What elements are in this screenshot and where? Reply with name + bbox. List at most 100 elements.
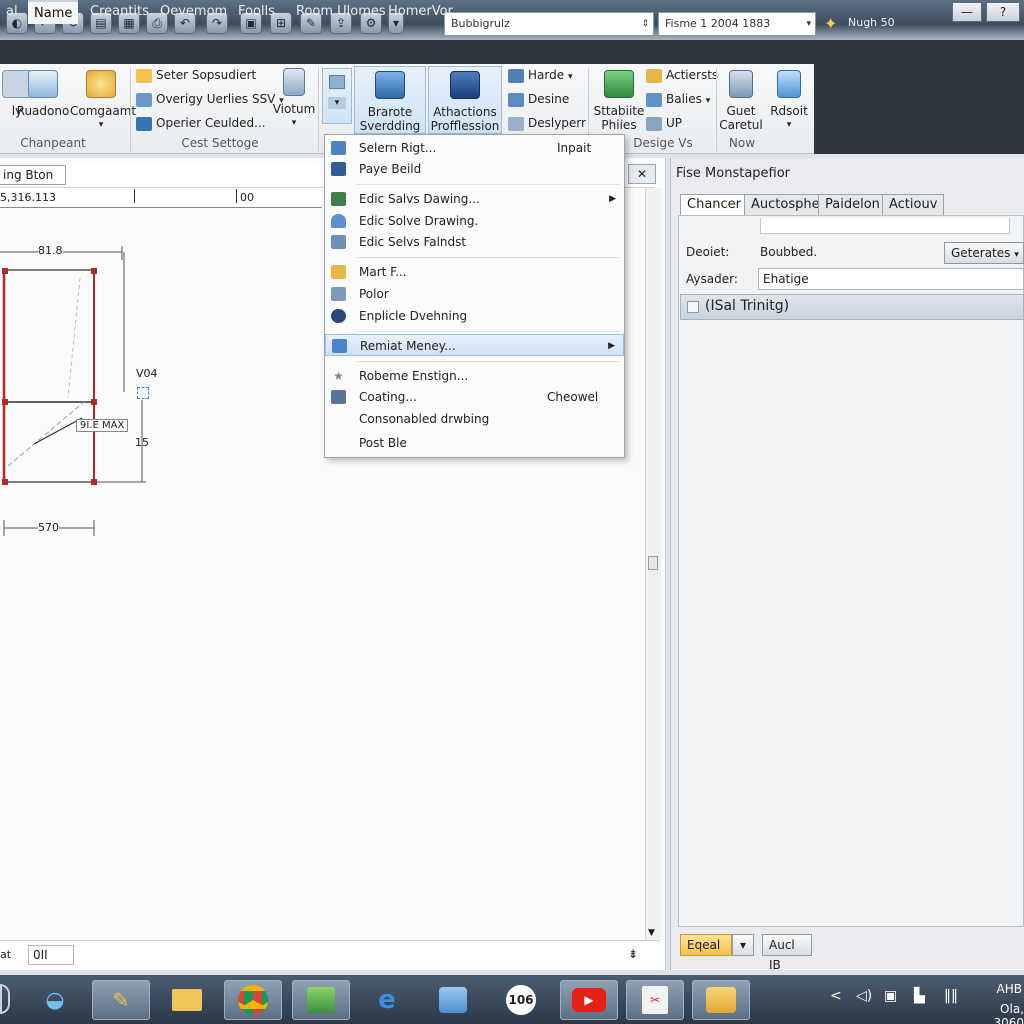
title-combo-2[interactable]: Fisme 1 2004 1883 ▾ (658, 12, 816, 36)
badge-icon: 106 (506, 985, 536, 1015)
menu-item-selern-rigt[interactable]: Selern Rigt... Inpait (325, 137, 624, 159)
scrollbar-thumb[interactable] (648, 556, 658, 570)
gear-icon (508, 116, 524, 131)
menu-item-edic-salvs-dawing[interactable]: Edic Salvs Dawing... ▶ (325, 188, 624, 210)
help-button[interactable]: ? (986, 2, 1020, 22)
camera-icon[interactable]: ▣ (884, 988, 897, 1004)
taskbar-app-browser[interactable]: ◒ (26, 980, 84, 1020)
tab-oevemom[interactable]: Oevemom (154, 0, 233, 24)
primary-dropdown-icon[interactable]: ▾ (732, 934, 754, 956)
menu-separator (357, 331, 619, 332)
star-icon: ★ (333, 369, 344, 383)
taskbar-app-users[interactable] (692, 980, 750, 1020)
close-drawing-icon[interactable]: ✕ (628, 164, 656, 184)
ribbon-item-up[interactable]: UP (646, 116, 682, 131)
tab-auctosphe[interactable]: Auctosphe (744, 194, 827, 216)
ribbon-btn-rdsoit[interactable]: Rdsoit ▾ (766, 70, 812, 132)
menu-item-paye-beild[interactable]: Paye Beild (325, 158, 624, 180)
color-icon (331, 287, 346, 301)
ribbon-item-seter[interactable]: Seter Sopsudiert (136, 68, 256, 83)
ribbon-btn-brarote[interactable]: Brarote Sverdding (354, 66, 426, 134)
tab-name[interactable]: Name (28, 0, 79, 24)
menu-item-label: Enplicle Dvehning (359, 309, 468, 323)
menu-item-edic-selvs-falndst[interactable]: Edic Selvs Falndst (325, 231, 624, 253)
ribbon-btn-viotum-label: Viotum (272, 102, 316, 116)
taskbar-app-badge[interactable]: 106 (492, 980, 550, 1020)
signal-icon[interactable]: ‖‖ (944, 988, 958, 1004)
split-icon[interactable]: ⇟ (628, 947, 638, 961)
tab-foolls[interactable]: Foolls (232, 0, 281, 24)
ribbon-btn-viotum[interactable]: Viotum ▾ (270, 68, 318, 130)
design-icon (508, 92, 524, 107)
tab-chancer[interactable]: Chancer (680, 194, 749, 216)
taskbar-app-folder[interactable] (158, 980, 216, 1020)
field-input-aysader[interactable]: Ehatige (758, 268, 1024, 290)
brace-line (33, 417, 83, 445)
ribbon-item-actiersts-label: Actiersts (666, 68, 719, 82)
menu-item-label: Remiat Meney... (360, 339, 456, 353)
minimize-button[interactable]: — (952, 2, 982, 22)
network-icon[interactable]: ▙ (914, 988, 925, 1004)
ribbon-btn-comgaamt[interactable]: Comgaamt ▾ (70, 70, 136, 132)
dimension-box-label[interactable]: 9I.E MAX (76, 419, 129, 432)
marker-icon (331, 265, 346, 279)
volume-icon[interactable]: ◁) (856, 988, 872, 1004)
dimension-right-label: V04 (136, 367, 158, 380)
ribbon-btn-menu-trigger[interactable]: ▾ (322, 68, 352, 124)
taskbar-app-ie[interactable]: e (358, 980, 416, 1020)
menu-item-coating[interactable]: Coating... Cheowel (325, 386, 624, 408)
menu-item-remiat-meney[interactable]: Remiat Meney... ▶ (325, 334, 624, 356)
ribbon-item-balies[interactable]: Balies ▾ (646, 92, 710, 107)
menu-item-mart-f[interactable]: Mart F... (325, 261, 624, 283)
secondary-button[interactable]: Aucl IB (762, 934, 812, 972)
hidden-line (7, 401, 85, 467)
title-combo-2-text: Fisme 1 2004 1883 (665, 17, 771, 30)
menu-separator (357, 184, 619, 185)
ribbon-item-operier[interactable]: Operier Ceulded... (136, 116, 266, 131)
menu-item-post-ble[interactable]: Post Ble (325, 432, 624, 454)
ribbon-item-deslyperr[interactable]: Deslyperr (508, 116, 586, 131)
taskbar-app-photos[interactable] (424, 980, 482, 1020)
ribbon-item-operier-label: Operier Ceulded... (156, 116, 266, 130)
tab-room-ulomes[interactable]: Room Ulomes (290, 0, 392, 24)
scroll-down-icon[interactable]: ▼ (648, 928, 655, 938)
menu-item-edic-solve-drawing[interactable]: Edic Solve Drawing. (325, 210, 624, 232)
tab-creantits[interactable]: Creantits (84, 0, 155, 24)
menu-item-label: Consonabled drwbing (359, 412, 490, 426)
drawing-view-combo[interactable]: ing Bton ▼ (0, 165, 66, 200)
menu-item-enplicle-dvehning[interactable]: Enplicle Dvehning (325, 305, 624, 327)
ribbon-item-desine[interactable]: Desine (508, 92, 569, 107)
taskbar-app-youtube[interactable]: ▶ (560, 980, 618, 1020)
generates-dropdown[interactable]: Geterates ▾ (944, 242, 1024, 264)
group-separator (318, 68, 319, 152)
taskbar-app-chrome[interactable] (224, 980, 282, 1020)
menu-item-consonabled-drwbing[interactable]: Consonabled drwbing (325, 408, 624, 430)
title-combo-1[interactable]: Bubbigrulz ⇕ (444, 12, 654, 36)
menu-item-polor[interactable]: Polor (325, 283, 624, 305)
ribbon-btn-guet[interactable]: Guet Caretul (718, 70, 764, 132)
dimension-bottom-label: 570 (38, 521, 59, 534)
dimension-top-label: 81.8 (38, 244, 63, 257)
ribbon-btn-sttabiite[interactable]: Sttabiite Phiies (592, 70, 646, 132)
tab-actiouv[interactable]: Actiouv (882, 194, 945, 216)
taskbar-app-map[interactable] (292, 980, 350, 1020)
taskbar-app-tools[interactable]: ✂ (626, 980, 684, 1020)
primary-button[interactable]: Eqeal (680, 934, 732, 956)
tab-paidelon[interactable]: Paidelon (818, 194, 887, 216)
ribbon-item-harde[interactable]: Harde ▾ (508, 68, 572, 83)
field-label-deoiet: Deoiet: (686, 245, 730, 259)
taskbar-app-cad[interactable]: ✎ (92, 980, 150, 1020)
ribbon-item-actiersts[interactable]: Actiersts (646, 68, 718, 83)
tab-homervor[interactable]: HomerVor (382, 0, 459, 24)
menu-item-robeme-enstign[interactable]: ★ Robeme Enstign... (325, 365, 624, 387)
ribbon-btn-athactions[interactable]: Athactions Profflession (428, 66, 502, 134)
section-header[interactable]: (ISal Trinitg) (680, 294, 1024, 320)
ribbon-btn-guet-label: Guet Caretul (719, 104, 763, 132)
ribbon-item-overigy[interactable]: Overigy Uerlies SSV ▾ (136, 92, 284, 107)
ribbon-item-overigy-label: Overigy Uerlies SSV (156, 92, 276, 106)
sun-icon[interactable]: ✦ (824, 14, 846, 34)
status-field[interactable]: 0II (28, 945, 74, 965)
share-tray-icon[interactable]: < (830, 988, 842, 1004)
tab-al[interactable]: al (0, 0, 24, 24)
ribbon-btn-ruadono[interactable]: Ruadono (16, 70, 70, 118)
